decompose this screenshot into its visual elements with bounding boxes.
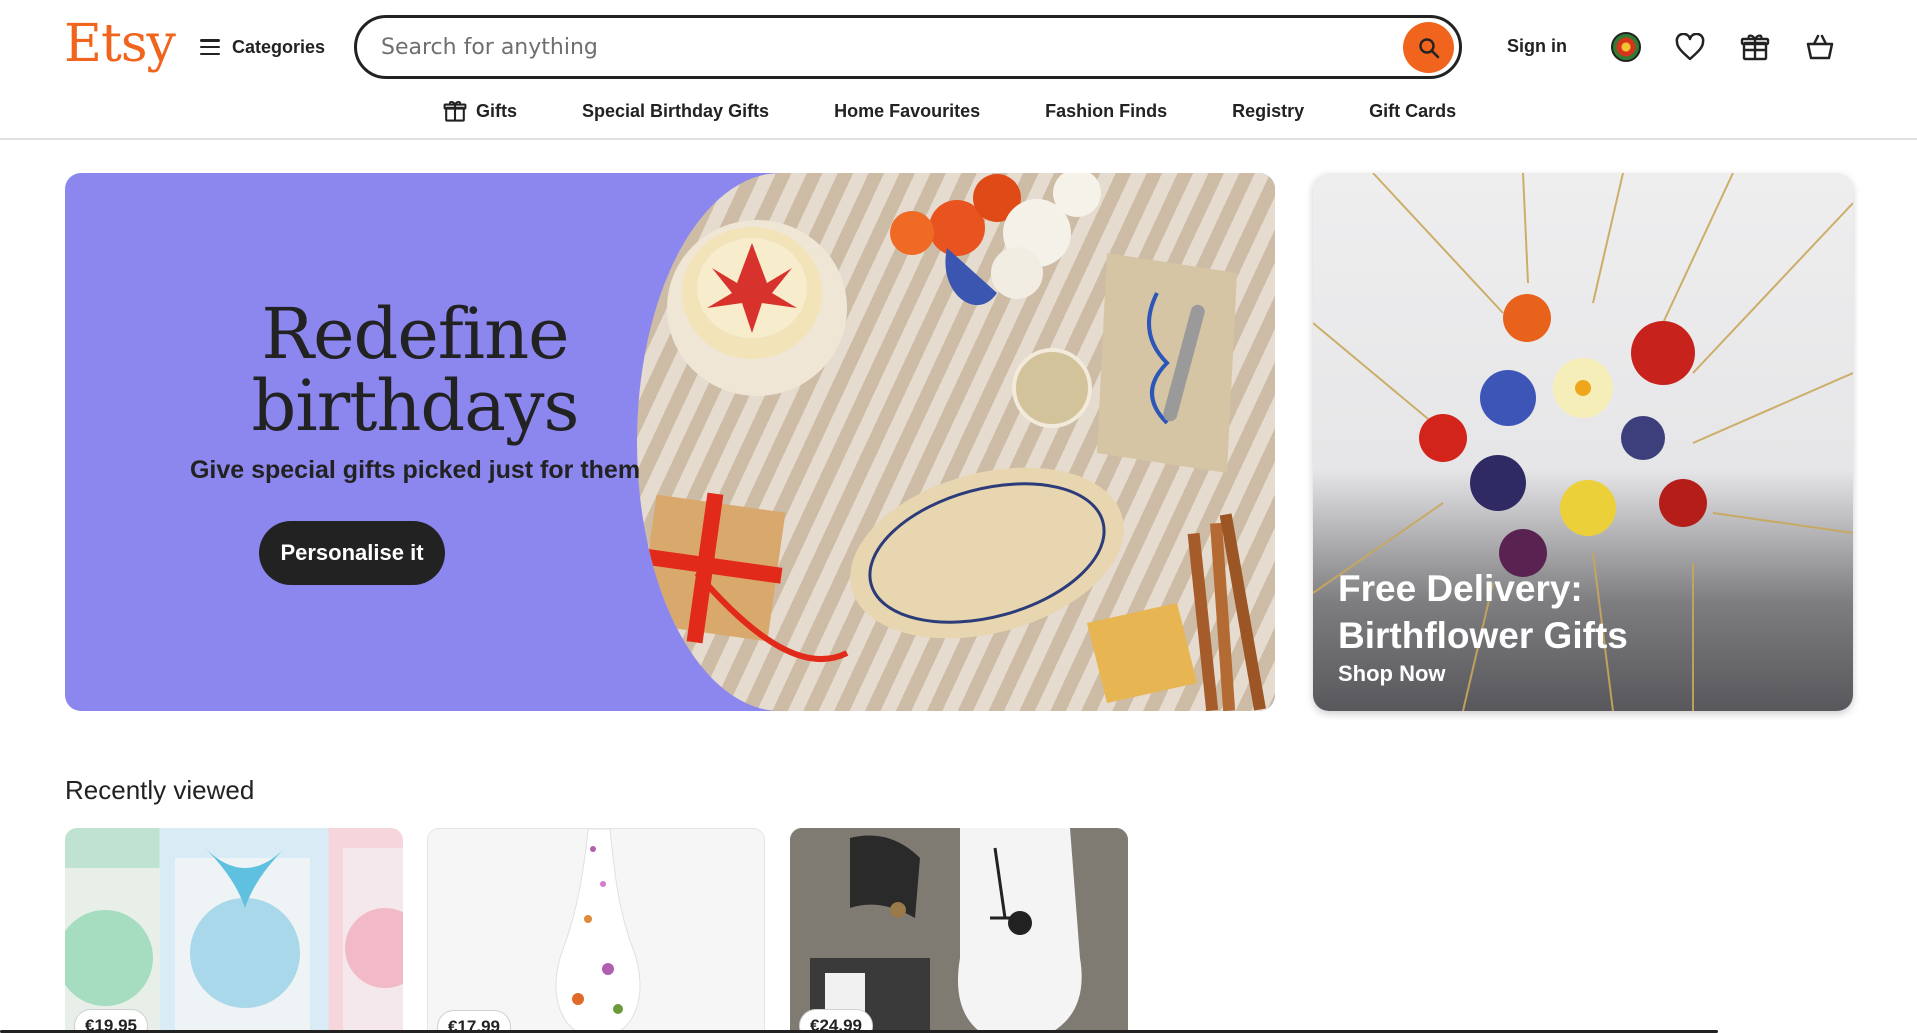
product-image [790, 828, 1128, 1033]
etsy-logo[interactable]: Etsy [64, 14, 176, 74]
sign-in-link[interactable]: Sign in [1507, 36, 1567, 57]
region-button[interactable] [1609, 30, 1643, 64]
hero-image [637, 173, 1275, 711]
search-icon [1418, 37, 1439, 58]
search-button[interactable] [1403, 22, 1454, 73]
recently-viewed-item[interactable]: €19.95 [65, 828, 403, 1033]
nav-gift-cards[interactable]: Gift Cards [1369, 101, 1456, 122]
recently-viewed-heading: Recently viewed [65, 775, 255, 805]
site-header: Etsy Categories Sign in [0, 0, 1917, 140]
menu-icon [200, 39, 220, 55]
shop-now-link[interactable]: Shop Now [1338, 661, 1446, 687]
gift-icon [1740, 34, 1770, 61]
personalise-button[interactable]: Personalise it [259, 521, 445, 585]
hero-illustration [638, 173, 1266, 711]
hero-banner[interactable]: Redefine birthdays Give special gifts pi… [65, 173, 1275, 711]
recently-viewed-item[interactable]: €24.99 [790, 828, 1128, 1033]
gift-icon [443, 100, 467, 122]
nav-special-birthday-gifts[interactable]: Special Birthday Gifts [582, 101, 769, 122]
hero-title-line2: birthdays [251, 365, 580, 447]
categories-label: Categories [232, 36, 326, 57]
nav-fashion-finds[interactable]: Fashion Finds [1045, 101, 1167, 122]
region-flag-icon [1611, 32, 1641, 62]
basket-icon [1806, 34, 1834, 60]
favourites-button[interactable] [1673, 30, 1707, 64]
heart-icon [1675, 33, 1705, 61]
product-image [555, 829, 641, 1033]
hero-title: Redefine birthdays [65, 298, 765, 442]
nav-home-favourites[interactable]: Home Favourites [834, 101, 980, 122]
promo-card[interactable]: Free Delivery: Birthflower Gifts Shop No… [1313, 173, 1853, 711]
nav-registry[interactable]: Registry [1232, 101, 1304, 122]
recently-viewed-item[interactable]: €17.99 [427, 828, 765, 1033]
category-nav: Gifts Special Birthday Gifts Home Favour… [0, 96, 1917, 126]
categories-button[interactable]: Categories [200, 30, 325, 64]
promo-title-line2: Birthflower Gifts [1338, 615, 1628, 656]
nav-gifts[interactable]: Gifts [443, 99, 517, 123]
product-image [65, 848, 403, 1033]
nav-label: Gifts [476, 100, 518, 121]
promo-title-line1: Free Delivery: [1338, 568, 1583, 609]
gift-mode-button[interactable] [1738, 30, 1772, 64]
hero-subtitle: Give special gifts picked just for them [189, 456, 641, 484]
promo-title: Free Delivery: Birthflower Gifts [1338, 565, 1628, 659]
search-input[interactable] [381, 18, 1361, 76]
cart-button[interactable] [1803, 30, 1837, 64]
hero-title-line1: Redefine [261, 293, 569, 375]
search-bar [354, 15, 1462, 79]
